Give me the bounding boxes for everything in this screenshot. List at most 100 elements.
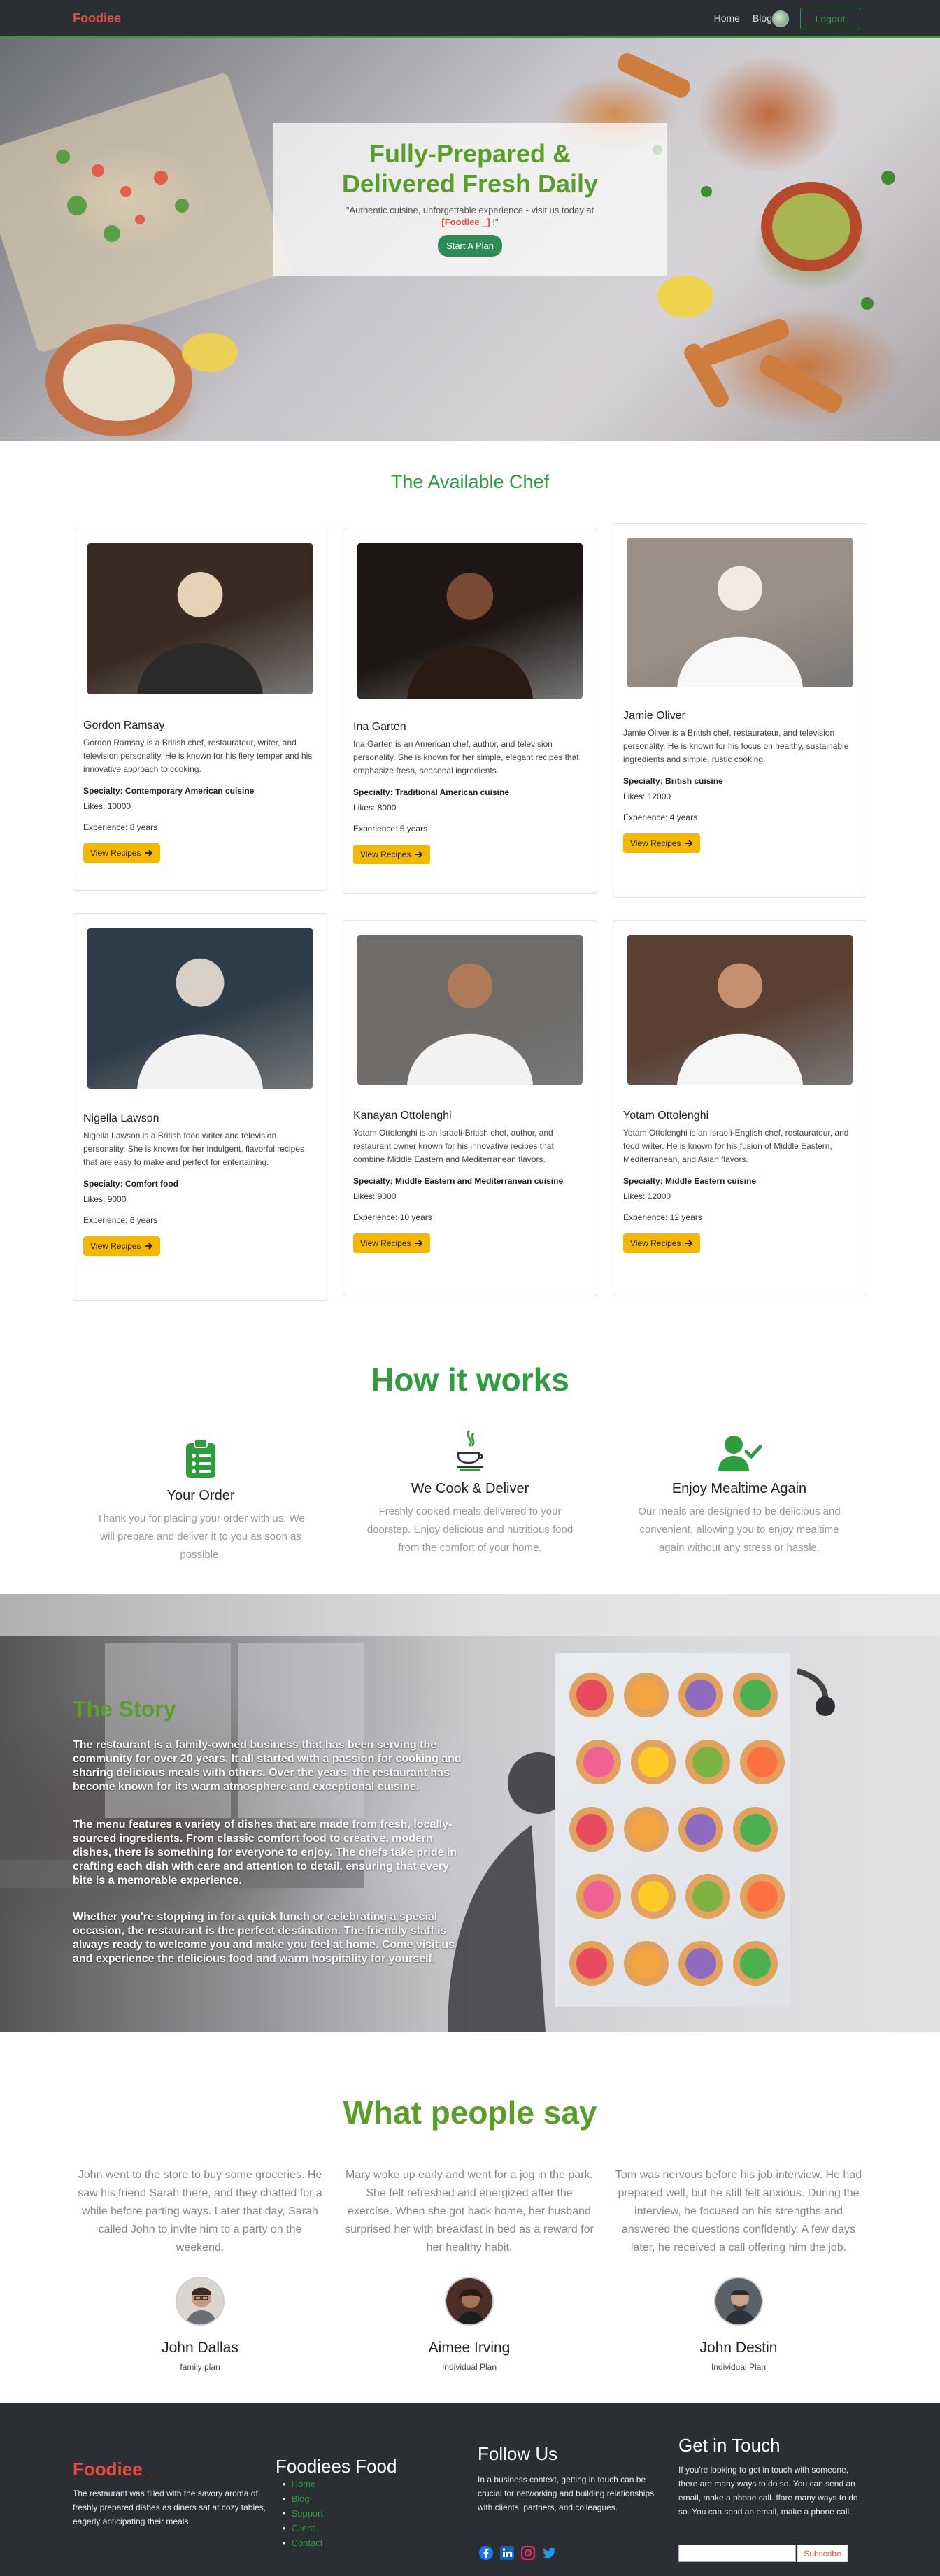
story-title: The Story (73, 1696, 176, 1722)
subscribe-button[interactable]: Subscribe (797, 2545, 848, 2562)
nav-link-home[interactable]: Home (714, 13, 740, 24)
instagram-icon[interactable] (520, 2545, 536, 2561)
testimonial-card: Mary woke up early and went for a jog in… (343, 2166, 596, 2372)
donut-topping (747, 1881, 778, 1912)
donut-topping (740, 1680, 771, 1710)
brand-logo[interactable]: Foodiee (73, 11, 121, 26)
view-recipes-label: View Recipes (360, 850, 411, 859)
how-item-text: Freshly cooked meals delivered to your d… (366, 1505, 574, 1554)
view-recipes-button[interactable]: View Recipes (83, 1236, 161, 1256)
chef-card: Ina Garten Ina Garten is an American chef… (343, 529, 597, 894)
experience-value: 4 years (669, 813, 698, 822)
likes-label: Likes: (353, 803, 376, 813)
testimonial-name: John Destin (699, 2340, 778, 2356)
how-item-enjoy: Enjoy Mealtime Again Our meals are desig… (634, 1429, 844, 1557)
chef-description: Jamie Oliver is a British chef, restaura… (623, 728, 849, 764)
specialty-value: Middle Eastern cuisine (665, 1176, 757, 1186)
facebook-icon[interactable] (478, 2545, 494, 2561)
testimonial-text: John went to the store to buy some groce… (78, 2169, 322, 2254)
chef-photo (87, 928, 313, 1089)
start-plan-button[interactable]: Start A Plan (438, 235, 502, 257)
donut-topping (692, 1747, 723, 1777)
how-item-title: Enjoy Mealtime Again (671, 1481, 807, 1496)
kitchen-background (0, 1594, 940, 2032)
social-links (478, 2545, 557, 2561)
donut-topping (692, 1881, 723, 1912)
chef-likes: Likes: 9000 (353, 1192, 587, 1201)
footer-contact-title: Get in Touch (678, 2435, 781, 2456)
how-item-text: Our meals are designed to be delicious a… (638, 1505, 841, 1554)
chef-experience: Experience: 6 years (83, 1215, 317, 1225)
testimonial-name: Aimee Irving (428, 2340, 511, 2356)
view-recipes-label: View Recipes (630, 1238, 681, 1248)
story-paragraph: The restaurant is a family-owned busines… (73, 1739, 462, 1793)
chef-description: Nigella Lawson is a British food writer … (83, 1131, 304, 1167)
view-recipes-button[interactable]: View Recipes (623, 833, 701, 853)
chef-name: Kanayan Ottolenghi (353, 1110, 452, 1122)
testimonial-card: Tom was nervous before his job interview… (612, 2166, 865, 2372)
how-item-order: Your Order Thank you for placing your or… (96, 1436, 306, 1564)
chef-specialty: Specialty: Middle Eastern and Mediterran… (353, 1176, 587, 1186)
likes-value: 9000 (107, 1194, 127, 1204)
view-recipes-button[interactable]: View Recipes (353, 845, 431, 864)
donut-topping (631, 1680, 662, 1710)
chef-photo (627, 538, 853, 687)
how-title: How it works (371, 1361, 569, 1398)
testimonials-title: What people say (343, 2094, 597, 2131)
chef-description: Yotam Ottolenghi is an Israeli-English c… (623, 1128, 849, 1164)
footer-link-blog[interactable]: Blog (283, 2491, 323, 2506)
footer-follow-text: In a business context, getting in touch … (478, 2475, 655, 2512)
chef-specialty: Specialty: Comfort food (83, 1179, 317, 1189)
donuts-illustration (569, 1673, 785, 1986)
chefs-title: The Available Chef (390, 471, 550, 492)
chef-photo (87, 543, 313, 694)
java-cup-icon (365, 1429, 575, 1473)
footer-link-support[interactable]: Support (283, 2506, 324, 2521)
likes-value: 12000 (647, 792, 671, 801)
donut-topping (576, 1680, 607, 1710)
chef-info: Nigella Lawson Nigella Lawson is a Britis… (83, 1112, 317, 1256)
chef-info: Kanayan Ottolenghi Yotam Ottolenghi is an… (353, 1110, 587, 1253)
specialty-label: Specialty: (623, 776, 663, 786)
footer-link-contact[interactable]: Contact (283, 2535, 323, 2550)
donut-topping (638, 1881, 669, 1912)
hero-subtitle-end: !" (490, 217, 499, 227)
specialty-label: Specialty: (83, 786, 123, 796)
donut-topping (747, 1747, 778, 1777)
view-recipes-button[interactable]: View Recipes (83, 843, 161, 863)
logout-button[interactable]: Logout (800, 8, 860, 29)
specialty-label: Specialty: (83, 1179, 123, 1189)
view-recipes-button[interactable]: View Recipes (623, 1233, 701, 1253)
avatar (445, 2277, 494, 2326)
footer-contact-text: If you're looking to get in touch with s… (678, 2465, 858, 2517)
donut-topping (685, 1680, 716, 1710)
view-recipes-label: View Recipes (90, 848, 141, 858)
twitter-icon[interactable] (541, 2545, 557, 2561)
testimonial-text: Tom was nervous before his job interview… (615, 2169, 862, 2254)
chef-experience: Experience: 5 years (353, 824, 587, 833)
testimonial-text: Mary woke up early and went for a jog in… (345, 2169, 594, 2254)
nav-link-blog[interactable]: Blog (753, 13, 772, 24)
specialty-value: Traditional American cuisine (395, 787, 509, 797)
chef-card: Jamie Oliver Jamie Oliver is a British ch… (613, 523, 867, 898)
chef-name: Jamie Oliver (623, 710, 685, 722)
hero-card: Fully-Prepared & Delivered Fresh Daily "… (273, 123, 667, 276)
hero-subtitle: "Authentic cuisine, unforgettable experi… (273, 204, 667, 228)
user-check-icon (634, 1429, 844, 1473)
experience-value: 6 years (129, 1215, 158, 1225)
footer-link-home[interactable]: Home (283, 2477, 323, 2491)
likes-label: Likes: (83, 1194, 106, 1204)
email-field[interactable] (678, 2545, 796, 2562)
chef-experience: Experience: 10 years (353, 1212, 587, 1222)
chef-likes: Likes: 12000 (623, 1192, 857, 1201)
donut-topping (631, 1814, 662, 1845)
specialty-label: Specialty: (353, 1176, 393, 1186)
view-recipes-button[interactable]: View Recipes (353, 1233, 431, 1253)
chef-card: Nigella Lawson Nigella Lawson is a Britis… (73, 913, 327, 1301)
linkedin-icon[interactable] (499, 2545, 515, 2561)
footer-links: Home Blog Support Client Contact (283, 2477, 324, 2550)
donut-topping (685, 1814, 716, 1845)
how-item-text: Thank you for placing your order with us… (97, 1512, 305, 1561)
footer-link-client[interactable]: Client (283, 2521, 323, 2535)
globe-icon[interactable] (772, 10, 789, 27)
